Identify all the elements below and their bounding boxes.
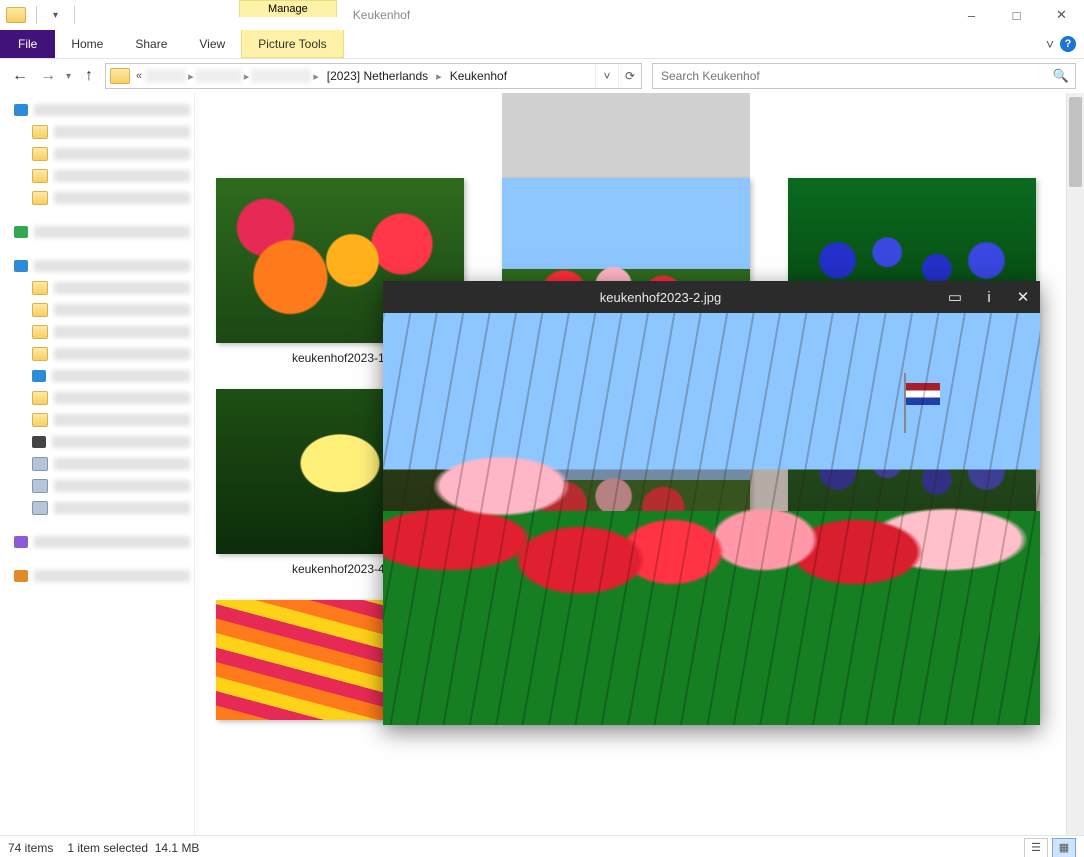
breadcrumb-segment-netherlands[interactable]: [2023] Netherlands	[321, 64, 434, 88]
preview-titlebar[interactable]: keukenhof2023-2.jpg ▭ i ✕	[383, 281, 1040, 313]
preview-image[interactable]	[383, 313, 1040, 725]
thumbnails-view-button[interactable]: ▦	[1052, 838, 1076, 857]
folder-icon	[110, 68, 130, 84]
folder-icon	[32, 325, 48, 339]
tree-icon	[14, 260, 28, 272]
tab-share[interactable]: Share	[119, 30, 183, 58]
preview-filename: keukenhof2023-2.jpg	[383, 290, 938, 305]
tree-item-redacted[interactable]	[54, 480, 190, 492]
status-item-count: 74 items	[8, 841, 53, 855]
breadcrumb-segment-redacted[interactable]	[146, 69, 186, 83]
context-tab-manage[interactable]: Manage	[239, 0, 337, 17]
tree-icon	[32, 436, 46, 448]
breadcrumb-segment-redacted[interactable]	[251, 69, 311, 83]
navigation-row: ← → ▾ ↑ « ▸ ▸ ▸ [2023] Netherlands ▸ Keu…	[0, 59, 1084, 93]
tree-item-redacted[interactable]	[54, 502, 190, 514]
tree-item-redacted[interactable]	[34, 570, 190, 582]
breadcrumb-segment-redacted[interactable]	[196, 69, 242, 83]
preview-window-mode-icon[interactable]: ▭	[938, 288, 972, 306]
overflow-chevron-icon[interactable]: «	[132, 70, 146, 82]
window-title: Keukenhof	[353, 8, 410, 22]
ribbon-collapse-icon[interactable]: ˅	[1046, 36, 1054, 52]
vertical-scrollbar[interactable]	[1066, 93, 1084, 835]
tree-item-redacted[interactable]	[34, 536, 190, 548]
preview-close-icon[interactable]: ✕	[1006, 288, 1040, 306]
tree-item-redacted[interactable]	[34, 104, 190, 116]
tree-item-redacted[interactable]	[54, 148, 190, 160]
history-dropdown-icon[interactable]: ▾	[64, 71, 73, 82]
ribbon: File Home Share View Picture Tools ˅ ?	[0, 30, 1084, 59]
tree-item-redacted[interactable]	[54, 414, 190, 426]
tree-item-redacted[interactable]	[54, 458, 190, 470]
status-bar: 74 items 1 item selected 14.1 MB ☰ ▦	[0, 835, 1084, 857]
folder-icon	[32, 347, 48, 361]
breadcrumb-separator-icon: ▸	[434, 70, 444, 83]
folder-icon	[32, 303, 48, 317]
tree-item-redacted[interactable]	[54, 170, 190, 182]
back-button[interactable]: ←	[8, 64, 32, 88]
tree-item-redacted[interactable]	[54, 282, 190, 294]
help-icon[interactable]: ?	[1060, 36, 1076, 52]
tree-item-redacted[interactable]	[52, 436, 190, 448]
folder-icon	[32, 413, 48, 427]
tree-item-redacted[interactable]	[54, 192, 190, 204]
tree-item-redacted[interactable]	[54, 348, 190, 360]
refresh-icon[interactable]: ⟳	[618, 64, 641, 88]
netherlands-flag-icon	[906, 383, 940, 405]
folder-icon	[32, 191, 48, 205]
breadcrumb-separator-icon: ▸	[311, 70, 321, 83]
tree-item-redacted[interactable]	[54, 326, 190, 338]
breadcrumb-separator-icon: ▸	[242, 70, 252, 83]
preview-window: keukenhof2023-2.jpg ▭ i ✕	[383, 281, 1040, 725]
tree-icon	[14, 570, 28, 582]
tab-file[interactable]: File	[0, 30, 55, 58]
close-button[interactable]: ✕	[1039, 0, 1084, 30]
tree-item-redacted[interactable]	[34, 260, 190, 272]
drive-icon	[32, 501, 48, 515]
tree-item-redacted[interactable]	[34, 226, 190, 238]
drive-icon	[32, 457, 48, 471]
tree-icon	[14, 536, 28, 548]
address-dropdown-icon[interactable]: ˅	[595, 64, 618, 88]
maximize-button[interactable]: □	[994, 0, 1039, 30]
status-selection: 1 item selected 14.1 MB	[67, 841, 199, 855]
qat-dropdown-icon[interactable]: ▾	[47, 10, 64, 21]
search-input[interactable]	[659, 68, 1053, 84]
tree-item-redacted[interactable]	[54, 392, 190, 404]
separator	[36, 6, 37, 24]
minimize-button[interactable]: –	[949, 0, 994, 30]
tree-item-redacted[interactable]	[52, 370, 190, 382]
separator	[74, 6, 75, 24]
file-name: keukenhof2023-1.	[292, 351, 388, 365]
search-box[interactable]: 🔍	[652, 63, 1076, 89]
drive-icon	[32, 479, 48, 493]
tree-icon	[14, 104, 28, 116]
folder-icon	[6, 7, 26, 23]
folder-icon	[32, 147, 48, 161]
address-bar[interactable]: « ▸ ▸ ▸ [2023] Netherlands ▸ Keukenhof ˅…	[105, 63, 642, 89]
tab-picture-tools[interactable]: Picture Tools	[241, 30, 343, 58]
forward-button[interactable]: →	[36, 64, 60, 88]
folder-icon	[32, 281, 48, 295]
preview-info-icon[interactable]: i	[972, 289, 1006, 306]
folder-icon	[32, 169, 48, 183]
tree-item-redacted[interactable]	[54, 126, 190, 138]
file-name: keukenhof2023-4.	[292, 562, 388, 576]
breadcrumb-segment-keukenhof[interactable]: Keukenhof	[444, 64, 513, 88]
folder-icon	[32, 125, 48, 139]
tree-item-redacted[interactable]	[54, 304, 190, 316]
up-button[interactable]: ↑	[77, 64, 101, 88]
tab-view[interactable]: View	[183, 30, 241, 58]
search-icon[interactable]: 🔍	[1053, 68, 1069, 84]
navigation-pane[interactable]	[0, 93, 195, 835]
scrollbar-thumb[interactable]	[1069, 97, 1082, 187]
tree-icon	[32, 370, 46, 382]
details-view-button[interactable]: ☰	[1024, 838, 1048, 857]
folder-icon	[32, 391, 48, 405]
tab-home[interactable]: Home	[55, 30, 119, 58]
breadcrumb-separator-icon: ▸	[186, 70, 196, 83]
title-bar: ▾ Manage Keukenhof – □ ✕	[0, 0, 1084, 30]
tree-icon	[14, 226, 28, 238]
